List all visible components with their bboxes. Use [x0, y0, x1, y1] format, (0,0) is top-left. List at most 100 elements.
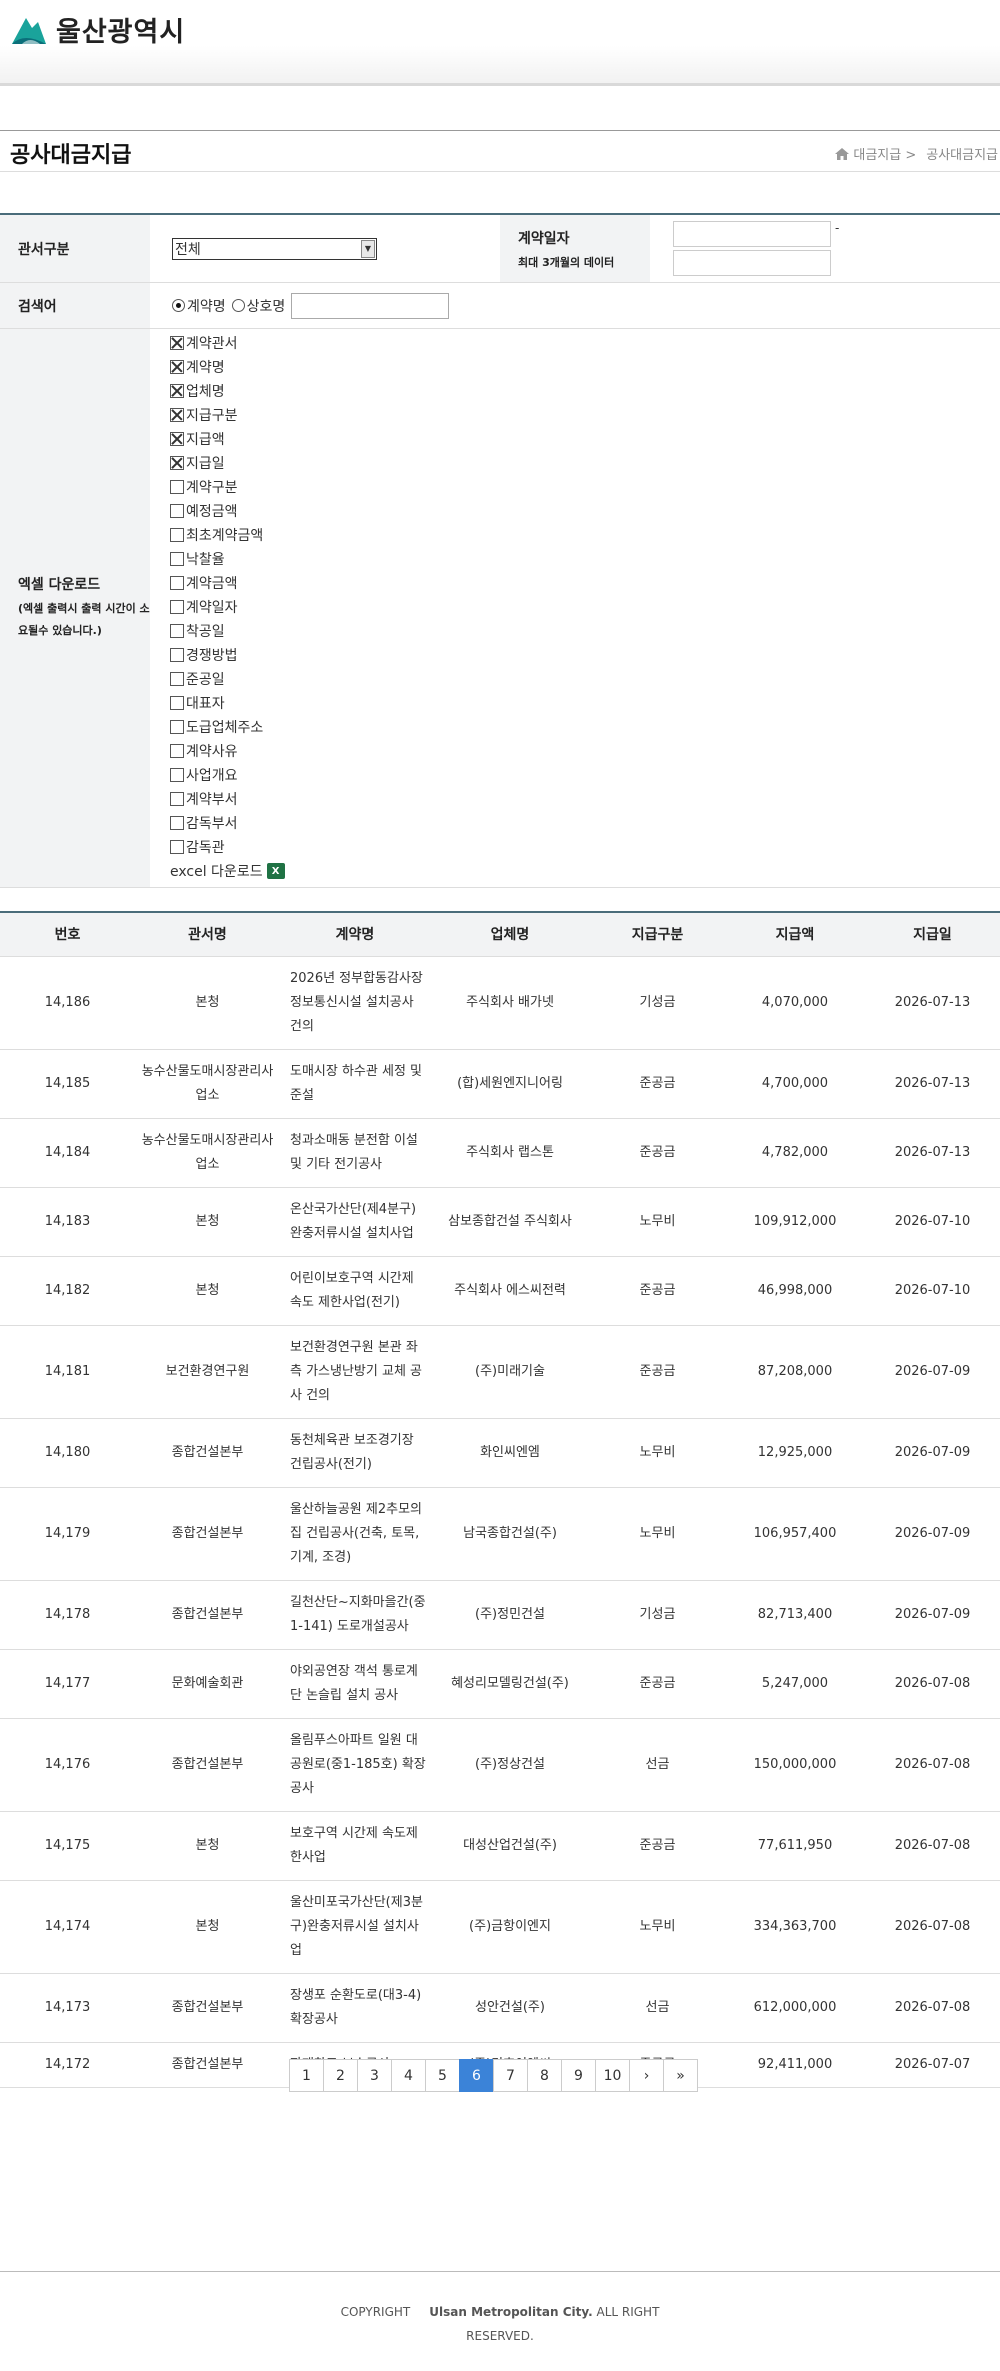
- checkbox-box[interactable]: [170, 360, 184, 374]
- excel-field-checkbox[interactable]: 계약일자: [170, 595, 285, 619]
- excel-field-checkbox[interactable]: 지급구분: [170, 403, 285, 427]
- cell-contract[interactable]: 울산하늘공원 제2추모의집 건립공사(건축, 토목, 기계, 조경): [280, 1487, 430, 1581]
- excel-field-checkbox[interactable]: 감독부서: [170, 811, 285, 835]
- cell-contract[interactable]: 장생포 순환도로(대3-4) 확장공사: [280, 1973, 430, 2043]
- checkbox-box[interactable]: [170, 696, 184, 710]
- cell-office: 보건환경연구원: [135, 1325, 280, 1419]
- cell-contract[interactable]: 온산국가산단(제4분구)완충저류시설 설치사업: [280, 1187, 430, 1257]
- excel-field-checkbox[interactable]: 최초계약금액: [170, 523, 285, 547]
- checkbox-box[interactable]: [170, 480, 184, 494]
- radio-dot-contract-name[interactable]: [172, 299, 185, 312]
- office-select[interactable]: 전체 ▼: [172, 237, 377, 260]
- table-row[interactable]: 14,180 종합건설본부 동천체육관 보조경기장 건립공사(전기) 화인씨엔엠 노무비…: [0, 1418, 1000, 1488]
- excel-field-checkbox[interactable]: 계약구분: [170, 475, 285, 499]
- excel-field-checkbox[interactable]: 지급액: [170, 427, 285, 451]
- excel-field-checkbox[interactable]: 계약관서: [170, 331, 285, 355]
- table-row[interactable]: 14,174 본청 울산미포국가산단(제3분구)완충저류시설 설치사업 (주)금항이엔…: [0, 1880, 1000, 1974]
- radio-company-name[interactable]: 상호명: [231, 296, 285, 316]
- checkbox-box[interactable]: [170, 504, 184, 518]
- checkbox-label: 계약일자: [186, 600, 238, 616]
- table-row[interactable]: 14,176 종합건설본부 올림푸스아파트 일원 대공원로(중1-185호) 확장공…: [0, 1718, 1000, 1812]
- checkbox-box[interactable]: [170, 768, 184, 782]
- excel-field-checkbox[interactable]: 지급일: [170, 451, 285, 475]
- excel-field-checkbox[interactable]: 계약부서: [170, 787, 285, 811]
- table-row[interactable]: 14,186 본청 2026년 정부합동감사장 정보통신시설 설치공사 건의 주식회사…: [0, 956, 1000, 1050]
- excel-field-checkbox[interactable]: 대표자: [170, 691, 285, 715]
- checkbox-box[interactable]: [170, 624, 184, 638]
- excel-field-checkbox[interactable]: 낙찰율: [170, 547, 285, 571]
- checkbox-box[interactable]: [170, 648, 184, 662]
- radio-contract-name[interactable]: 계약명: [172, 296, 226, 316]
- cell-contract[interactable]: 길천산단~지화마을간(중1-141) 도로개설공사: [280, 1580, 430, 1650]
- page-button[interactable]: 4: [391, 2059, 426, 2092]
- table-row[interactable]: 14,183 본청 온산국가산단(제4분구)완충저류시설 설치사업 삼보종합건설 주식…: [0, 1187, 1000, 1257]
- checkbox-box[interactable]: [170, 432, 184, 446]
- excel-field-checkbox[interactable]: 업체명: [170, 379, 285, 403]
- search-input[interactable]: [291, 292, 450, 319]
- excel-field-checkbox[interactable]: 사업개요: [170, 763, 285, 787]
- checkbox-box[interactable]: [170, 456, 184, 470]
- table-row[interactable]: 14,178 종합건설본부 길천산단~지화마을간(중1-141) 도로개설공사 (주)…: [0, 1580, 1000, 1650]
- page-button[interactable]: 2: [323, 2059, 358, 2092]
- table-row[interactable]: 14,173 종합건설본부 장생포 순환도로(대3-4) 확장공사 성안건설(주) 선금…: [0, 1973, 1000, 2043]
- cell-contract[interactable]: 동천체육관 보조경기장 건립공사(전기): [280, 1418, 430, 1488]
- radio-dot-company-name[interactable]: [231, 299, 245, 312]
- excel-field-checkbox[interactable]: 감독관: [170, 835, 285, 859]
- checkbox-box[interactable]: [170, 840, 184, 854]
- page-button[interactable]: 9: [561, 2059, 596, 2092]
- excel-field-checkbox[interactable]: 예정금액: [170, 499, 285, 523]
- excel-download-link[interactable]: excel 다운로드 X: [170, 859, 285, 883]
- table-row[interactable]: 14,179 종합건설본부 울산하늘공원 제2추모의집 건립공사(건축, 토목, 기…: [0, 1487, 1000, 1581]
- page-button[interactable]: 6: [459, 2059, 494, 2092]
- page-button[interactable]: 7: [493, 2059, 528, 2092]
- checkbox-box[interactable]: [170, 816, 184, 830]
- table-row[interactable]: 14,175 본청 보호구역 시간제 속도제한사업 대성산업건설(주) 준공금 77,61…: [0, 1811, 1000, 1881]
- date-end-input[interactable]: [673, 250, 831, 276]
- page-button[interactable]: 10: [595, 2059, 630, 2092]
- excel-field-checkbox[interactable]: 착공일: [170, 619, 285, 643]
- checkbox-box[interactable]: [170, 384, 184, 398]
- checkbox-box[interactable]: [170, 336, 184, 350]
- cell-contract[interactable]: 야외공연장 객석 통로계단 논슬립 설치 공사: [280, 1649, 430, 1719]
- last-page-button[interactable]: »: [663, 2059, 698, 2092]
- table-row[interactable]: 14,184 농수산물도매시장관리사업소 청과소매동 분전함 이설 및 기타 전기공…: [0, 1118, 1000, 1188]
- excel-field-checkbox[interactable]: 계약금액: [170, 571, 285, 595]
- cell-company: 혜성리모델링건설(주): [430, 1649, 590, 1719]
- checkbox-box[interactable]: [170, 408, 184, 422]
- checkbox-box[interactable]: [170, 576, 184, 590]
- checkbox-box[interactable]: [170, 672, 184, 686]
- date-start-input[interactable]: [673, 221, 831, 247]
- cell-contract[interactable]: 올림푸스아파트 일원 대공원로(중1-185호) 확장공사: [280, 1718, 430, 1812]
- table-row[interactable]: 14,185 농수산물도매시장관리사업소 도매시장 하수관 세정 및 준설 (합)세원…: [0, 1049, 1000, 1119]
- cell-contract[interactable]: 어린이보호구역 시간제 속도 제한사업(전기): [280, 1256, 430, 1326]
- page-button[interactable]: 3: [357, 2059, 392, 2092]
- cell-contract[interactable]: 울산미포국가산단(제3분구)완충저류시설 설치사업: [280, 1880, 430, 1974]
- table-row[interactable]: 14,181 보건환경연구원 보건환경연구원 본관 좌측 가스냉난방기 교체 공사 …: [0, 1325, 1000, 1419]
- site-logo[interactable]: 울산광역시: [10, 10, 185, 49]
- breadcrumb-item-payment[interactable]: 대금지급 >: [853, 144, 916, 163]
- page-button[interactable]: 8: [527, 2059, 562, 2092]
- excel-field-checkbox[interactable]: 준공일: [170, 667, 285, 691]
- checkbox-box[interactable]: [170, 528, 184, 542]
- cell-contract[interactable]: 2026년 정부합동감사장 정보통신시설 설치공사 건의: [280, 956, 430, 1050]
- checkbox-box[interactable]: [170, 792, 184, 806]
- home-icon[interactable]: [835, 147, 850, 160]
- cell-amount: 46,998,000: [725, 1256, 865, 1326]
- cell-contract[interactable]: 도매시장 하수관 세정 및 준설: [280, 1049, 430, 1119]
- cell-contract[interactable]: 보호구역 시간제 속도제한사업: [280, 1811, 430, 1881]
- page-button[interactable]: 1: [289, 2059, 324, 2092]
- checkbox-box[interactable]: [170, 552, 184, 566]
- cell-contract[interactable]: 보건환경연구원 본관 좌측 가스냉난방기 교체 공사 건의: [280, 1325, 430, 1419]
- cell-contract[interactable]: 청과소매동 분전함 이설 및 기타 전기공사: [280, 1118, 430, 1188]
- table-row[interactable]: 14,182 본청 어린이보호구역 시간제 속도 제한사업(전기) 주식회사 에스씨전…: [0, 1256, 1000, 1326]
- checkbox-box[interactable]: [170, 600, 184, 614]
- checkbox-box[interactable]: [170, 744, 184, 758]
- table-row[interactable]: 14,177 문화예술회관 야외공연장 객석 통로계단 논슬립 설치 공사 혜성리모델…: [0, 1649, 1000, 1719]
- excel-field-checkbox[interactable]: 계약사유: [170, 739, 285, 763]
- checkbox-box[interactable]: [170, 720, 184, 734]
- next-page-button[interactable]: ›: [629, 2059, 664, 2092]
- excel-field-checkbox[interactable]: 도급업체주소: [170, 715, 285, 739]
- excel-field-checkbox[interactable]: 계약명: [170, 355, 285, 379]
- excel-field-checkbox[interactable]: 경쟁방법: [170, 643, 285, 667]
- page-button[interactable]: 5: [425, 2059, 460, 2092]
